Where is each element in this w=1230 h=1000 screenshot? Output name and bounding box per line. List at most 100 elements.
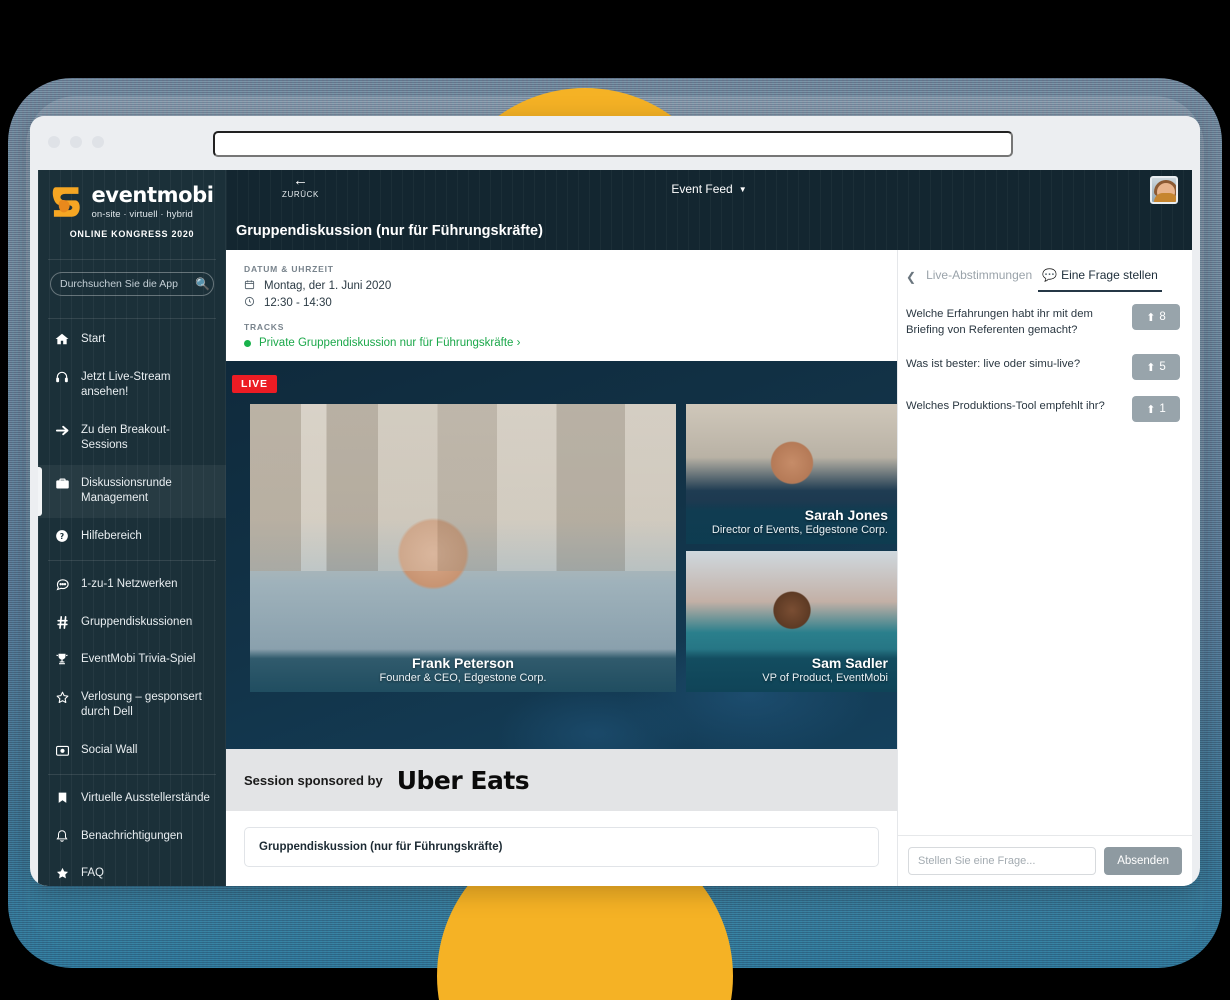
video-tile-secondary-2[interactable]: Sam Sadler VP of Product, EventMobi [686,551,897,692]
calendar-icon [244,279,256,293]
maximize-window-dot[interactable] [92,136,104,148]
qa-question-input[interactable] [908,847,1097,875]
chevron-down-icon: ▼ [738,184,747,194]
sidebar-item-label: Social Wall [81,743,138,756]
svg-text:?: ? [60,532,64,541]
sidebar-item-virtuelle-ausstellerstaende[interactable]: Virtuelle Ausstellerstände [38,780,226,818]
sidebar-item-breakout-sessions[interactable]: Zu den Breakout-Sessions [38,412,226,465]
hash-icon [54,615,70,630]
session-date: Montag, der 1. Juni 2020 [264,280,392,292]
send-question-button[interactable]: Absenden [1104,847,1182,875]
arrow-up-icon: ⬆ [1146,403,1156,416]
star-outline-icon [54,690,70,705]
qa-question-list: Welche Erfahrungen habt ihr mit dem Brie… [898,292,1192,835]
tracks-label: TRACKS [244,322,285,332]
screenshot-stage: eventmobi on-site · virtuell · hybrid ON… [0,0,1230,1000]
sponsor-label: Session sponsored by [244,772,383,788]
star-filled-icon [54,866,70,881]
live-badge: LIVE [232,375,277,393]
sidebar-item-hilfebereich[interactable]: ? Hilfebereich [38,518,226,556]
content-area: DATUM & UHRZEIT Montag, der 1. Juni 2020 [226,250,1192,886]
bookmark-icon [54,791,70,804]
brand-tagline: on-site · virtuell · hybrid [91,208,193,220]
tab-live-polls[interactable]: Live-Abstimmungen [926,268,1032,292]
track-link[interactable]: Private Gruppendiskussion nur für Führun… [259,337,520,349]
video-tile-secondary-1[interactable]: Sarah Jones Director of Events, Edgeston… [686,404,897,544]
upvote-button[interactable]: ⬆ 5 [1132,354,1180,381]
avatar[interactable] [1150,176,1178,204]
sidebar-item-label: Hilfebereich [81,529,142,542]
briefcase-icon [54,476,70,491]
web-app: eventmobi on-site · virtuell · hybrid ON… [38,170,1192,886]
video-tile-caption: Sam Sadler VP of Product, EventMobi [686,649,897,692]
sidebar-item-label: Gruppendiskussionen [81,615,193,628]
event-feed-dropdown[interactable]: Event Feed ▼ [671,182,746,196]
sidebar: eventmobi on-site · virtuell · hybrid ON… [38,170,226,886]
window-controls [48,136,104,148]
video-player[interactable]: LIVE Frank Peterson Founder & CEO, Edges… [226,361,897,749]
sidebar-item-1-zu-1-netzwerken[interactable]: 1-zu-1 Netzwerken [38,566,226,604]
search-input[interactable] [60,278,195,290]
home-icon [54,332,70,346]
back-button-label: ZURÜCK [282,190,319,199]
sidebar-item-label: Benachrichtigungen [81,829,183,842]
close-window-dot[interactable] [48,136,60,148]
address-bar[interactable] [213,131,1013,157]
minimize-window-dot[interactable] [70,136,82,148]
chevron-left-icon[interactable]: ❮ [906,268,916,284]
session-time-row: 12:30 - 14:30 [244,296,879,310]
sidebar-item-social-wall[interactable]: Social Wall [38,732,226,770]
search-icon: 🔍 [195,277,210,291]
back-button[interactable]: ← ZURÜCK [282,172,319,199]
upvote-button[interactable]: ⬆ 1 [1132,396,1180,423]
track-dot-icon [244,339,251,347]
brand-block[interactable]: eventmobi on-site · virtuell · hybrid ON… [38,170,226,249]
sponsor-bar: Session sponsored by Uber Eats [226,749,897,811]
sidebar-item-diskussionsrunde-management[interactable]: Diskussionsrunde Management [38,464,226,518]
qa-tab-bar: ❮ Live-Abstimmungen 💬 Eine Frage stellen [898,250,1192,292]
tab-ask-question[interactable]: 💬 Eine Frage stellen [1038,268,1162,292]
session-time: 12:30 - 14:30 [264,297,332,309]
speaker-name: Sam Sadler [811,655,888,671]
browser-window: eventmobi on-site · virtuell · hybrid ON… [30,116,1200,886]
qa-question-text: Welches Produktions-Tool empfehlt ihr? [906,400,1105,413]
event-name: ONLINE KONGRESS 2020 [69,229,195,239]
brand-name: eventmobi [91,182,214,207]
datetime-label: DATUM & UHRZEIT [244,264,334,274]
session-meta-card: DATUM & UHRZEIT Montag, der 1. Juni 2020 [226,250,897,361]
qa-question-text: Was ist bester: live oder simu-live? [906,358,1081,371]
question-circle-icon: ? [54,529,70,543]
sidebar-item-start[interactable]: Start [38,321,226,359]
arrow-up-icon: ⬆ [1146,311,1156,324]
tab-ask-question-label: Eine Frage stellen [1061,268,1158,282]
sidebar-item-benachrichtigungen[interactable]: Benachrichtigungen [38,818,226,856]
track-row[interactable]: Private Gruppendiskussion nur für Führun… [244,337,879,349]
video-tile-main[interactable]: Frank Peterson Founder & CEO, Edgestone … [250,404,676,692]
sidebar-item-verlosung[interactable]: Verlosung – gesponsert durch Dell [38,679,226,732]
sidebar-item-label: Jetzt Live-Stream ansehen! [81,370,171,399]
video-tile-caption: Frank Peterson Founder & CEO, Edgestone … [250,649,676,692]
sidebar-divider-2 [48,774,216,776]
sidebar-item-live-stream[interactable]: Jetzt Live-Stream ansehen! [38,359,226,412]
sidebar-item-gruppendiskussionen[interactable]: Gruppendiskussionen [38,604,226,642]
sidebar-item-label: EventMobi Trivia-Spiel [81,653,196,666]
page-title: Gruppendiskussion (nur für Führungskräft… [226,212,1192,250]
speaker-role: Founder & CEO, Edgestone Corp. [379,672,547,684]
arrow-left-icon: ← [292,172,308,189]
upvote-count: 5 [1159,361,1166,374]
sidebar-search: 🔍 [38,260,226,308]
sidebar-item-faq[interactable]: FAQ [38,855,226,886]
bell-icon [54,829,70,843]
sponsor-logo: Uber Eats [396,765,530,795]
sidebar-item-label: Zu den Breakout-Sessions [81,423,170,452]
app-topbar: ← ZURÜCK Event Feed ▼ [226,170,1192,212]
sidebar-item-trivia-spiel[interactable]: EventMobi Trivia-Spiel [38,641,226,679]
arrow-right-icon [54,423,70,438]
sidebar-item-label: Virtuelle Ausstellerstände [81,792,210,805]
upvote-count: 1 [1159,403,1166,416]
upvote-button[interactable]: ⬆ 8 [1132,304,1180,330]
speaker-role: Director of Events, Edgestone Corp. [711,524,888,536]
arrow-up-icon: ⬆ [1146,361,1156,374]
camera-icon [54,743,70,758]
speaker-name: Frank Peterson [412,655,514,671]
